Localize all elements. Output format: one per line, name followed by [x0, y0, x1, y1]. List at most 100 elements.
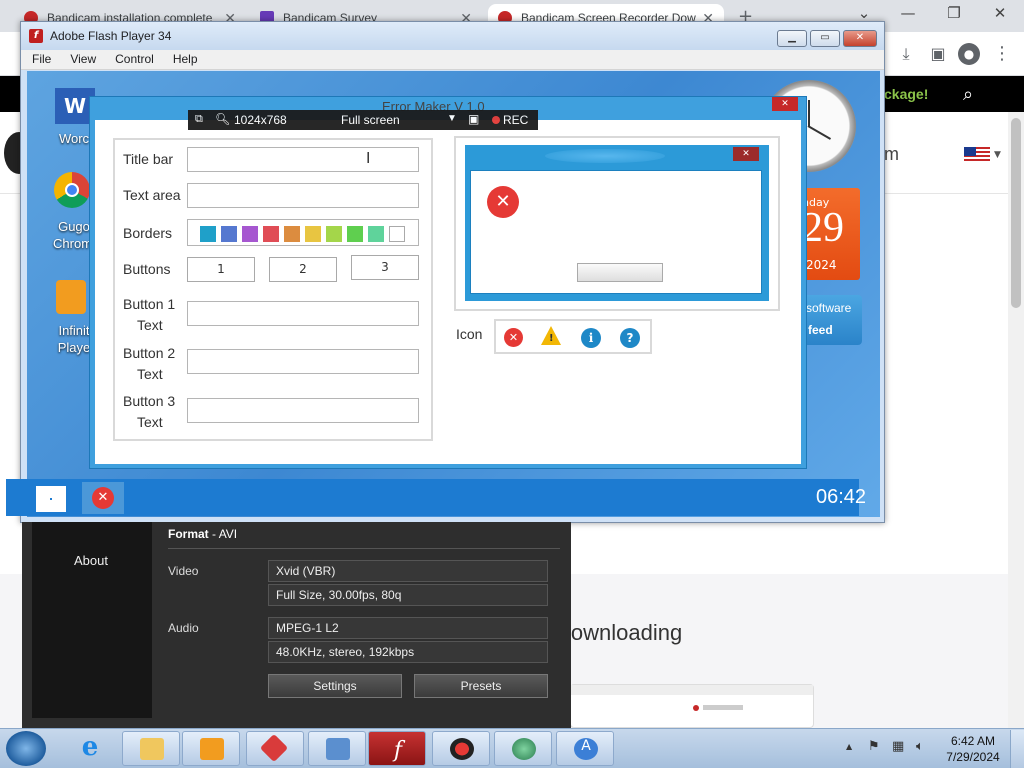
border-swatch[interactable]	[389, 226, 405, 242]
flash-close-button[interactable]: ✕	[843, 30, 877, 47]
format-value: AVI	[218, 527, 238, 541]
infinity-player-icon[interactable]	[56, 280, 86, 314]
taskbar-date: 7/29/2024	[946, 750, 1000, 764]
restore-button[interactable]: ❐	[934, 4, 974, 26]
button-count-1[interactable]: 1	[187, 257, 255, 282]
inner-taskbar	[6, 479, 859, 516]
title-bar-input[interactable]	[187, 147, 419, 172]
divider	[168, 548, 560, 549]
border-swatch[interactable]	[368, 226, 384, 242]
record-dot-icon	[492, 116, 500, 124]
flash-minimize-button[interactable]: ▁	[777, 30, 807, 47]
button3-text-input[interactable]	[187, 398, 419, 423]
scrollbar-thumb[interactable]	[1011, 118, 1021, 308]
error-icon[interactable]: ✕	[504, 328, 523, 347]
folder-taskbar-button[interactable]	[122, 731, 180, 766]
menu-file[interactable]: File	[21, 50, 59, 69]
error-taskbar-button[interactable]: ✕	[82, 482, 124, 514]
inner-clock: 06:42	[816, 486, 867, 508]
bandicam-capture-bar: ⧉ 🔍︎ 1024x768 Full screen ▼ ▣ REC	[188, 110, 538, 130]
border-swatch[interactable]	[305, 226, 321, 242]
button1-label: Button 1	[123, 296, 176, 312]
internet-explorer-icon[interactable]: e	[68, 732, 112, 766]
button-count-2[interactable]: 2	[269, 257, 337, 282]
border-swatch[interactable]	[242, 226, 258, 242]
promo-text: ckage!	[884, 86, 929, 102]
camera-icon[interactable]: ▣	[468, 112, 479, 126]
installer-icon: A	[574, 738, 598, 760]
menu-view[interactable]: View	[59, 50, 104, 69]
media-player-icon	[200, 738, 224, 760]
taskbar-time: 6:42 AM	[950, 734, 996, 748]
profile-avatar-icon[interactable]: ●	[958, 43, 980, 65]
video-codec-field[interactable]: Xvid (VBR)	[268, 560, 548, 582]
button1-text-input[interactable]	[187, 301, 419, 326]
button-count-3[interactable]: 3	[351, 255, 419, 280]
video-details-field[interactable]: Full Size, 30.00fps, 80q	[268, 584, 548, 606]
chrome-menu-icon[interactable]: ⋮	[990, 42, 1014, 66]
presets-button[interactable]: Presets	[414, 674, 548, 698]
flash-taskbar-button[interactable]: f	[368, 731, 426, 766]
border-swatch[interactable]	[221, 226, 237, 242]
calendar-date: 29	[802, 205, 844, 251]
download-icon[interactable]: ⤓	[894, 42, 918, 66]
info-icon[interactable]: i	[581, 328, 601, 348]
close-window-button[interactable]: ✕	[980, 4, 1020, 26]
text-cursor-icon: I	[366, 149, 371, 167]
about-menu-item[interactable]: About	[74, 553, 108, 568]
flash-maximize-button[interactable]: ▭	[810, 30, 840, 47]
text-area-input[interactable]	[187, 183, 419, 208]
show-desktop-button[interactable]	[1010, 730, 1024, 768]
audio-details-field[interactable]: 48.0KHz, stereo, 192kbps	[268, 641, 548, 663]
warning-mark: !	[549, 333, 554, 344]
icon-label: Icon	[456, 326, 483, 342]
chevron-down-icon[interactable]: ▼	[994, 150, 1001, 160]
network-icon[interactable]: ▦	[892, 739, 904, 754]
minimize-button[interactable]: —	[888, 4, 928, 26]
border-swatch[interactable]	[284, 226, 300, 242]
taskbar-clock[interactable]: 6:42 AM 7/29/2024	[944, 733, 1002, 765]
page-scrollbar[interactable]	[1008, 112, 1024, 728]
display-taskbar-button[interactable]	[308, 731, 366, 766]
search-icon[interactable]: ⌕	[963, 84, 973, 105]
settings-button[interactable]: Settings	[268, 674, 402, 698]
capture-resolution: 1024x768	[234, 113, 287, 127]
chrome-icon[interactable]	[54, 172, 90, 208]
action-center-flag-icon[interactable]: ⚑	[868, 739, 880, 754]
app-taskbar-button[interactable]	[246, 731, 304, 766]
border-swatch[interactable]	[347, 226, 363, 242]
preview-button	[577, 263, 663, 282]
question-icon[interactable]: ?	[620, 328, 640, 348]
windows-start-icon[interactable]	[36, 486, 66, 512]
installer-taskbar-button[interactable]: A	[556, 731, 614, 766]
button2-label-text: Text	[137, 366, 163, 382]
calendar-year: 2024	[806, 258, 837, 272]
button2-text-input[interactable]	[187, 349, 419, 374]
show-hidden-icons[interactable]: ▲	[846, 742, 852, 751]
border-swatch[interactable]	[263, 226, 279, 242]
us-flag-icon[interactable]	[964, 147, 990, 163]
network-taskbar-button[interactable]	[494, 731, 552, 766]
display-settings-icon	[326, 738, 350, 760]
window-mode-icon[interactable]: ⧉	[195, 113, 203, 126]
mode-dropdown-icon[interactable]: ▼	[447, 113, 457, 124]
menu-help[interactable]: Help	[162, 50, 206, 69]
button3-label-text: Text	[137, 414, 163, 430]
start-button-icon[interactable]	[6, 731, 46, 766]
audio-codec-field[interactable]: MPEG-1 L2	[268, 617, 548, 639]
button2-label: Button 2	[123, 345, 176, 361]
border-swatch[interactable]	[326, 226, 342, 242]
capture-mode[interactable]: Full screen	[341, 113, 400, 127]
menu-control[interactable]: Control	[104, 50, 162, 69]
borders-label: Borders	[123, 225, 173, 241]
side-panel-icon[interactable]: ▣	[926, 42, 950, 66]
site-nav-text: m	[884, 144, 899, 164]
rec-button[interactable]: REC	[503, 113, 528, 127]
bandicam-taskbar-button[interactable]	[432, 731, 490, 766]
volume-muted-icon[interactable]: 🔈︎	[916, 739, 924, 754]
error-maker-close-button[interactable]: ✕	[772, 97, 798, 111]
border-swatch[interactable]	[200, 226, 216, 242]
zoom-icon[interactable]: 🔍︎	[215, 112, 230, 126]
flash-menubar: File View Control Help	[21, 50, 884, 70]
media-taskbar-button[interactable]	[182, 731, 240, 766]
